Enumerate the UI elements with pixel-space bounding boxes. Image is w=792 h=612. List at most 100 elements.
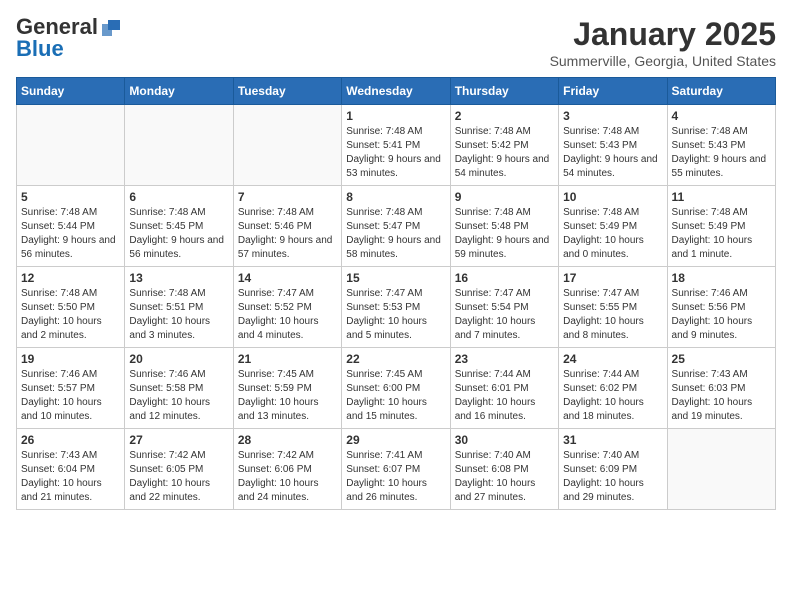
day-of-week-header: Saturday <box>667 78 775 105</box>
day-of-week-header: Tuesday <box>233 78 341 105</box>
day-info: Sunrise: 7:48 AMSunset: 5:51 PMDaylight:… <box>129 287 228 343</box>
day-info: Sunrise: 7:47 AMSunset: 5:55 PMDaylight:… <box>563 287 662 343</box>
day-number: 31 <box>563 433 662 447</box>
day-number: 2 <box>455 109 554 123</box>
calendar-day-cell: 7 Sunrise: 7:48 AMSunset: 5:46 PMDaylight… <box>233 186 341 267</box>
calendar-day-cell: 21 Sunrise: 7:45 AMSunset: 5:59 PMDayligh… <box>233 348 341 429</box>
calendar-day-cell: 28 Sunrise: 7:42 AMSunset: 6:06 PMDayligh… <box>233 429 341 510</box>
day-info: Sunrise: 7:40 AMSunset: 6:08 PMDaylight:… <box>455 449 554 505</box>
calendar-day-cell: 23 Sunrise: 7:44 AMSunset: 6:01 PMDayligh… <box>450 348 558 429</box>
day-info: Sunrise: 7:48 AMSunset: 5:44 PMDaylight:… <box>21 206 120 262</box>
calendar-day-cell <box>17 105 125 186</box>
calendar-day-cell: 13 Sunrise: 7:48 AMSunset: 5:51 PMDayligh… <box>125 267 233 348</box>
calendar-day-cell: 1Sunrise: 7:48 AMSunset: 5:41 PMDaylight… <box>342 105 450 186</box>
calendar-day-cell: 27Sunrise: 7:42 AMSunset: 6:05 PMDayligh… <box>125 429 233 510</box>
day-number: 6 <box>129 190 228 204</box>
day-number: 16 <box>455 271 554 285</box>
location: Summerville, Georgia, United States <box>550 53 776 69</box>
day-info: Sunrise: 7:45 AMSunset: 5:59 PMDaylight:… <box>238 368 337 424</box>
month-title: January 2025 <box>550 16 776 53</box>
day-of-week-header: Thursday <box>450 78 558 105</box>
calendar-day-cell <box>233 105 341 186</box>
day-number: 18 <box>672 271 771 285</box>
calendar-day-cell: 17 Sunrise: 7:47 AMSunset: 5:55 PMDayligh… <box>559 267 667 348</box>
day-number: 21 <box>238 352 337 366</box>
day-info: Sunrise: 7:46 AMSunset: 5:58 PMDaylight:… <box>129 368 228 424</box>
day-number: 25 <box>672 352 771 366</box>
day-number: 23 <box>455 352 554 366</box>
day-number: 8 <box>346 190 445 204</box>
title-area: January 2025 Summerville, Georgia, Unite… <box>550 16 776 69</box>
day-number: 17 <box>563 271 662 285</box>
calendar-day-cell: 20 Sunrise: 7:46 AMSunset: 5:58 PMDayligh… <box>125 348 233 429</box>
calendar-week-row: 5Sunrise: 7:48 AMSunset: 5:44 PMDaylight… <box>17 186 776 267</box>
calendar-day-cell <box>667 429 775 510</box>
calendar-week-row: 19Sunrise: 7:46 AMSunset: 5:57 PMDayligh… <box>17 348 776 429</box>
calendar-day-cell: 26Sunrise: 7:43 AMSunset: 6:04 PMDayligh… <box>17 429 125 510</box>
day-info: Sunrise: 7:48 AMSunset: 5:49 PMDaylight:… <box>563 206 662 262</box>
calendar-day-cell: 3 Sunrise: 7:48 AMSunset: 5:43 PMDaylight… <box>559 105 667 186</box>
day-info: Sunrise: 7:47 AMSunset: 5:53 PMDaylight:… <box>346 287 445 343</box>
day-number: 30 <box>455 433 554 447</box>
calendar-day-cell: 6 Sunrise: 7:48 AMSunset: 5:45 PMDaylight… <box>125 186 233 267</box>
day-number: 11 <box>672 190 771 204</box>
calendar-week-row: 26Sunrise: 7:43 AMSunset: 6:04 PMDayligh… <box>17 429 776 510</box>
calendar-day-cell <box>125 105 233 186</box>
day-number: 7 <box>238 190 337 204</box>
day-number: 3 <box>563 109 662 123</box>
day-number: 1 <box>346 109 445 123</box>
day-info: Sunrise: 7:47 AMSunset: 5:54 PMDaylight:… <box>455 287 554 343</box>
calendar-day-cell: 11 Sunrise: 7:48 AMSunset: 5:49 PMDayligh… <box>667 186 775 267</box>
calendar-day-cell: 8 Sunrise: 7:48 AMSunset: 5:47 PMDaylight… <box>342 186 450 267</box>
page-header: General Blue January 2025 Summerville, G… <box>16 16 776 69</box>
day-number: 10 <box>563 190 662 204</box>
day-info: Sunrise: 7:48 AMSunset: 5:47 PMDaylight:… <box>346 206 445 262</box>
day-number: 20 <box>129 352 228 366</box>
day-info: Sunrise: 7:46 AMSunset: 5:57 PMDaylight:… <box>21 368 120 424</box>
day-of-week-header: Sunday <box>17 78 125 105</box>
calendar-day-cell: 10 Sunrise: 7:48 AMSunset: 5:49 PMDayligh… <box>559 186 667 267</box>
day-number: 15 <box>346 271 445 285</box>
day-info: Sunrise: 7:45 AMSunset: 6:00 PMDaylight:… <box>346 368 445 424</box>
calendar-week-row: 1Sunrise: 7:48 AMSunset: 5:41 PMDaylight… <box>17 105 776 186</box>
day-number: 26 <box>21 433 120 447</box>
day-info: Sunrise: 7:48 AMSunset: 5:49 PMDaylight:… <box>672 206 771 262</box>
calendar-header-row: SundayMondayTuesdayWednesdayThursdayFrid… <box>17 78 776 105</box>
calendar-day-cell: 22Sunrise: 7:45 AMSunset: 6:00 PMDayligh… <box>342 348 450 429</box>
logo-blue-text: Blue <box>16 38 64 60</box>
day-of-week-header: Friday <box>559 78 667 105</box>
day-info: Sunrise: 7:48 AMSunset: 5:42 PMDaylight:… <box>455 125 554 181</box>
calendar-day-cell: 30 Sunrise: 7:40 AMSunset: 6:08 PMDayligh… <box>450 429 558 510</box>
day-info: Sunrise: 7:47 AMSunset: 5:52 PMDaylight:… <box>238 287 337 343</box>
day-info: Sunrise: 7:44 AMSunset: 6:01 PMDaylight:… <box>455 368 554 424</box>
calendar-day-cell: 12 Sunrise: 7:48 AMSunset: 5:50 PMDayligh… <box>17 267 125 348</box>
calendar-day-cell: 4Sunrise: 7:48 AMSunset: 5:43 PMDaylight… <box>667 105 775 186</box>
day-info: Sunrise: 7:40 AMSunset: 6:09 PMDaylight:… <box>563 449 662 505</box>
day-number: 28 <box>238 433 337 447</box>
day-info: Sunrise: 7:48 AMSunset: 5:48 PMDaylight:… <box>455 206 554 262</box>
day-info: Sunrise: 7:42 AMSunset: 6:06 PMDaylight:… <box>238 449 337 505</box>
logo-general-text: General <box>16 16 98 38</box>
day-info: Sunrise: 7:46 AMSunset: 5:56 PMDaylight:… <box>672 287 771 343</box>
calendar-day-cell: 29 Sunrise: 7:41 AMSunset: 6:07 PMDayligh… <box>342 429 450 510</box>
calendar-day-cell: 16 Sunrise: 7:47 AMSunset: 5:54 PMDayligh… <box>450 267 558 348</box>
calendar-day-cell: 24Sunrise: 7:44 AMSunset: 6:02 PMDayligh… <box>559 348 667 429</box>
day-number: 14 <box>238 271 337 285</box>
calendar-week-row: 12 Sunrise: 7:48 AMSunset: 5:50 PMDayligh… <box>17 267 776 348</box>
logo: General Blue <box>16 16 122 60</box>
day-number: 12 <box>21 271 120 285</box>
day-number: 13 <box>129 271 228 285</box>
day-number: 9 <box>455 190 554 204</box>
day-number: 27 <box>129 433 228 447</box>
day-info: Sunrise: 7:41 AMSunset: 6:07 PMDaylight:… <box>346 449 445 505</box>
calendar-day-cell: 5Sunrise: 7:48 AMSunset: 5:44 PMDaylight… <box>17 186 125 267</box>
day-number: 29 <box>346 433 445 447</box>
calendar-day-cell: 2 Sunrise: 7:48 AMSunset: 5:42 PMDaylight… <box>450 105 558 186</box>
calendar-day-cell: 9 Sunrise: 7:48 AMSunset: 5:48 PMDaylight… <box>450 186 558 267</box>
day-info: Sunrise: 7:48 AMSunset: 5:46 PMDaylight:… <box>238 206 337 262</box>
day-info: Sunrise: 7:48 AMSunset: 5:43 PMDaylight:… <box>563 125 662 181</box>
calendar-day-cell: 19Sunrise: 7:46 AMSunset: 5:57 PMDayligh… <box>17 348 125 429</box>
day-info: Sunrise: 7:48 AMSunset: 5:43 PMDaylight:… <box>672 125 771 181</box>
day-info: Sunrise: 7:48 AMSunset: 5:45 PMDaylight:… <box>129 206 228 262</box>
day-info: Sunrise: 7:48 AMSunset: 5:50 PMDaylight:… <box>21 287 120 343</box>
